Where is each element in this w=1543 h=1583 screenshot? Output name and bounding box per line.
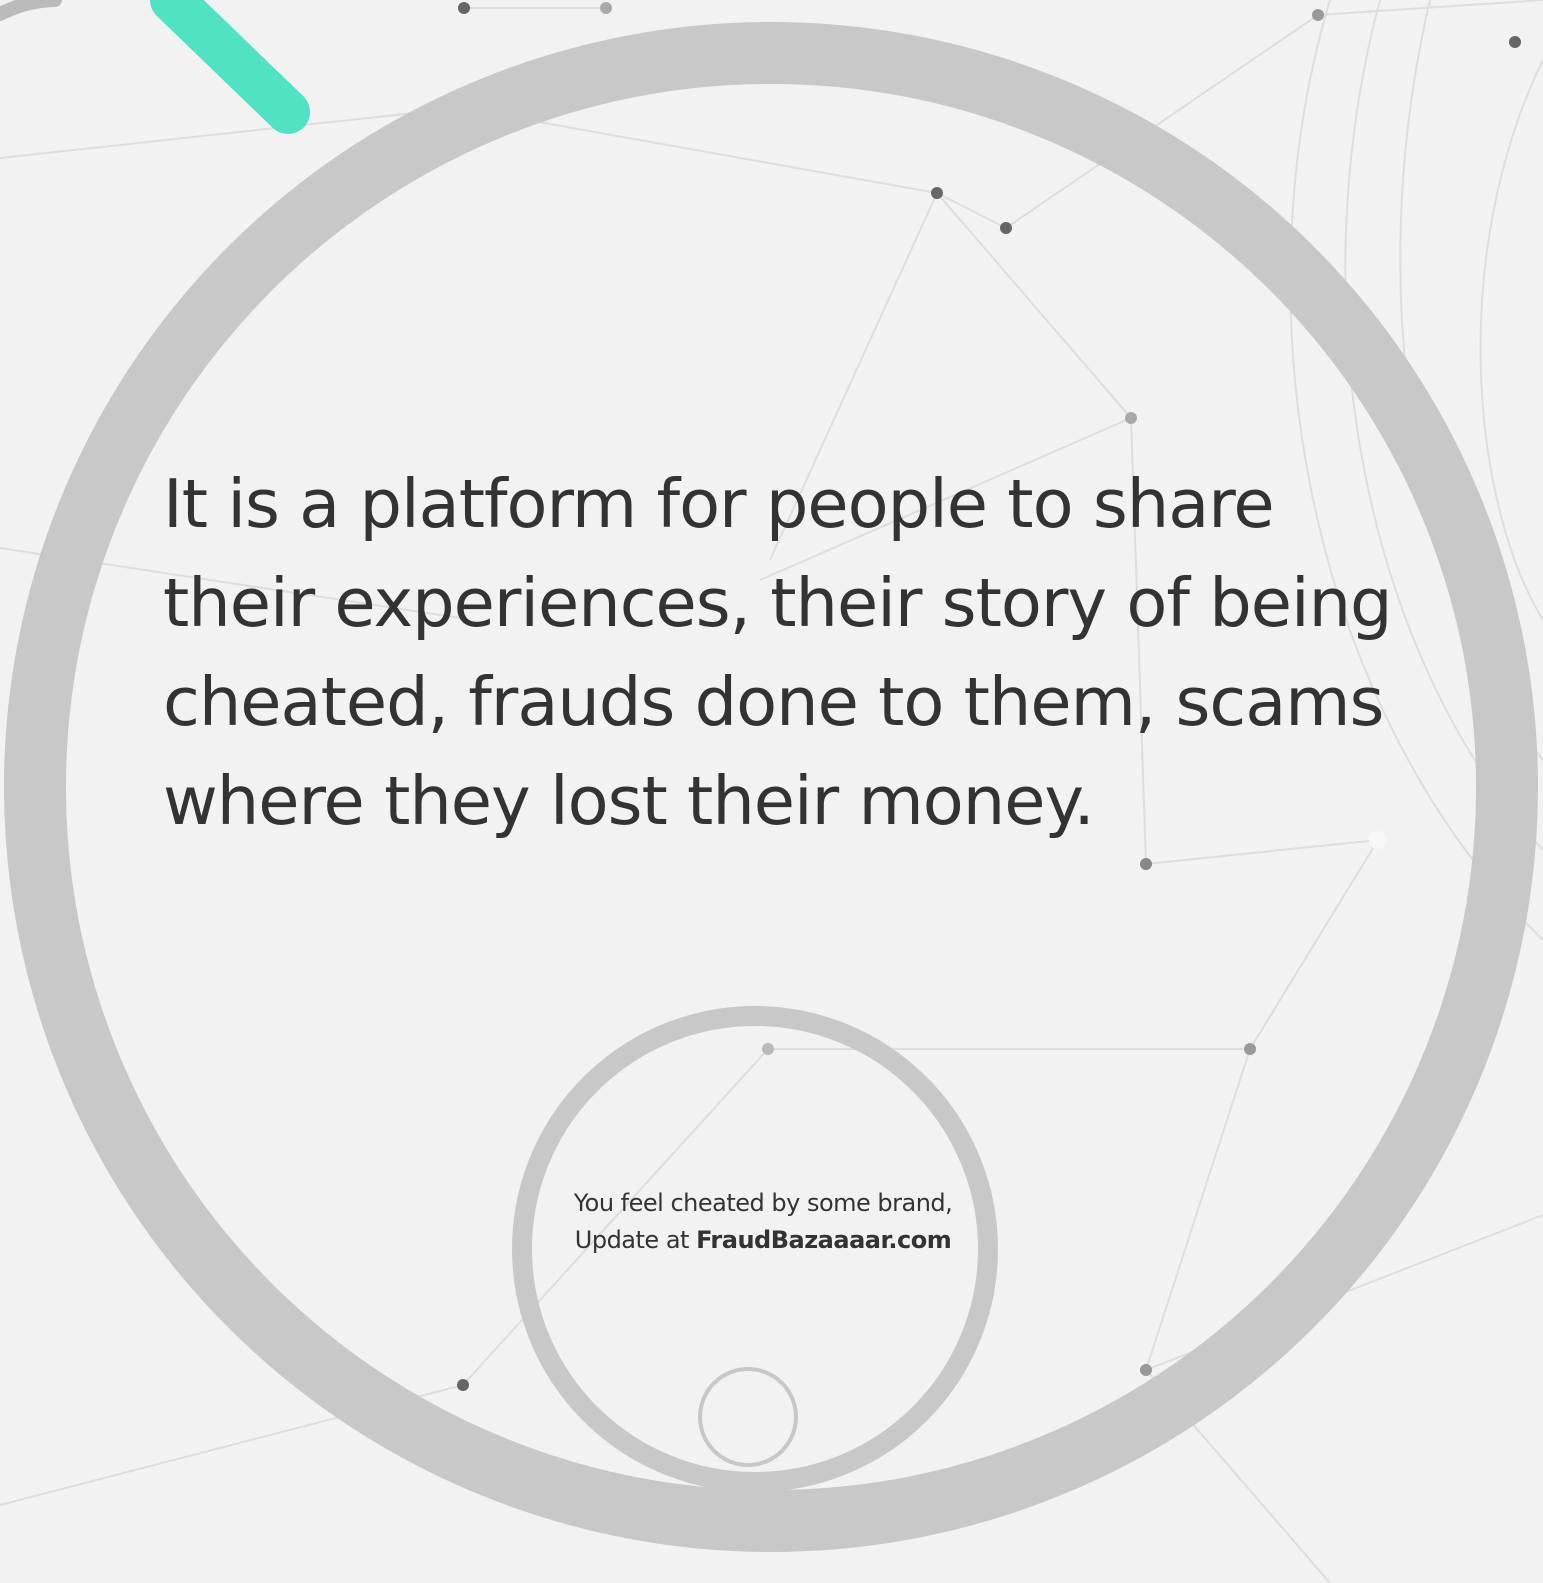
brand-link[interactable]: FraudBazaaaar.com [696,1226,952,1254]
network-node [931,187,943,199]
network-node [1312,9,1324,21]
network-node [1509,36,1521,48]
network-line [1249,839,1379,1050]
caption-line-2: Update at FraudBazaaaar.com [520,1222,1006,1259]
network-line [936,192,1132,419]
network-node [1244,1043,1256,1055]
accent-stroke [150,0,310,134]
network-node [1125,412,1137,424]
main-description: It is a platform for people to share the… [163,465,1393,840]
network-node [1140,858,1152,870]
presentation-canvas: It is a platform for people to share the… [0,0,1543,1583]
network-node [458,2,470,14]
network-line [936,192,1007,229]
network-node [1140,1364,1152,1376]
caption-line-1: You feel cheated by some brand, [573,1189,953,1217]
corner-arc [0,0,62,21]
caption-prefix: Update at [574,1226,697,1254]
network-node [457,1379,469,1391]
inner-circle-caption: You feel cheated by some brand, Update a… [520,1185,1006,1259]
network-node [1000,222,1012,234]
network-node [762,1043,774,1055]
network-node [600,2,612,14]
tiny-nested-text [704,1386,790,1426]
